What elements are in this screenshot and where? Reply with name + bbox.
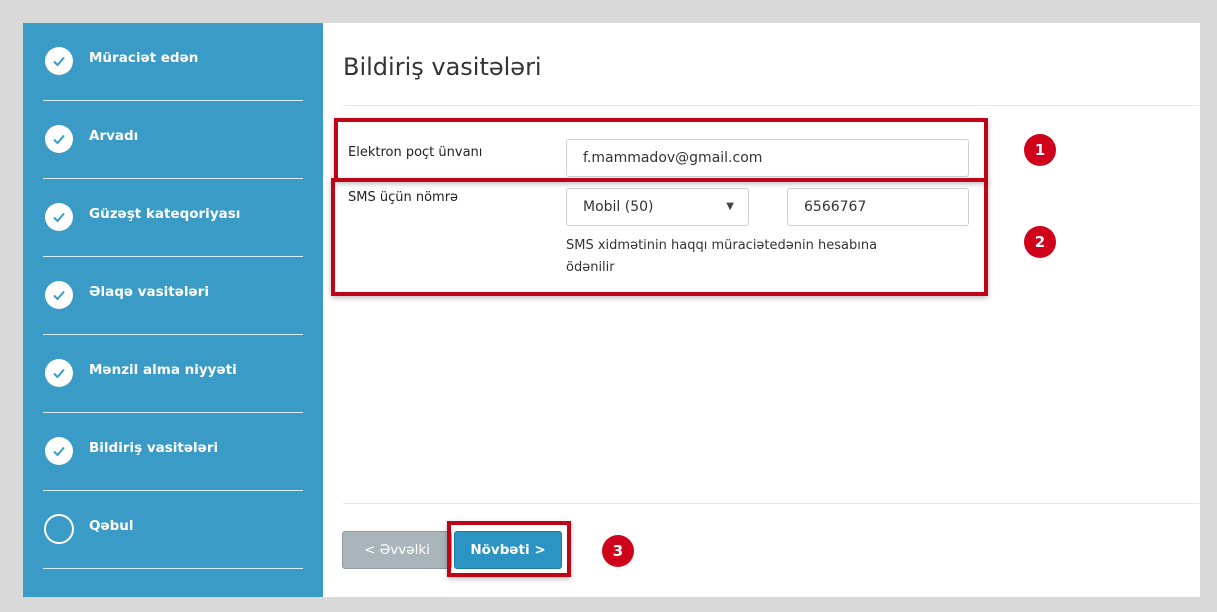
check-icon — [45, 281, 73, 309]
annotation-badge-1: 1 — [1024, 134, 1056, 166]
check-icon — [45, 359, 73, 387]
check-icon — [45, 437, 73, 465]
sidebar-step-label: Güzəşt kateqoriyası — [89, 206, 241, 222]
sidebar-step-label: Əlaqə vasitələri — [89, 284, 209, 300]
sidebar-step-label: Müraciət edən — [89, 50, 199, 66]
sidebar-step-label: Qəbul — [89, 518, 134, 534]
sidebar-step-elaqe-vasiteleri[interactable]: Əlaqə vasitələri — [43, 257, 303, 335]
main-content: Bildiriş vasitələri Elektron poçt ünvanı… — [323, 23, 1200, 597]
check-icon — [45, 125, 73, 153]
sidebar-step-qebul[interactable]: Qəbul — [43, 491, 303, 569]
divider — [343, 503, 1199, 504]
sidebar-step-muraciet-eden[interactable]: Müraciət edən — [43, 23, 303, 101]
page-title: Bildiriş vasitələri — [343, 53, 542, 81]
sidebar-step-bildiris-vasiteleri[interactable]: Bildiriş vasitələri — [43, 413, 303, 491]
sidebar-step-menzil-alma-niyyeti[interactable]: Mənzil alma niyyəti — [43, 335, 303, 413]
divider — [43, 568, 303, 569]
annotation-box-2 — [331, 178, 988, 296]
annotation-badge-2: 2 — [1024, 226, 1056, 258]
annotation-box-1 — [334, 118, 988, 182]
previous-button[interactable]: < Əvvəlki — [342, 531, 452, 569]
check-icon — [45, 203, 73, 231]
check-icon — [45, 47, 73, 75]
app-frame: Müraciət edən Arvadı Güzəşt kateqoriyası… — [23, 23, 1200, 597]
annotation-box-3 — [447, 521, 571, 577]
sidebar-step-arvadi[interactable]: Arvadı — [43, 101, 303, 179]
sidebar-step-guzest-kateqoriyasi[interactable]: Güzəşt kateqoriyası — [43, 179, 303, 257]
sidebar-step-label: Mənzil alma niyyəti — [89, 362, 237, 378]
wizard-sidebar: Müraciət edən Arvadı Güzəşt kateqoriyası… — [23, 23, 323, 597]
sidebar-step-label: Arvadı — [89, 128, 139, 144]
annotation-badge-3: 3 — [602, 535, 634, 567]
sidebar-step-label: Bildiriş vasitələri — [89, 440, 219, 456]
divider — [343, 105, 1199, 106]
empty-circle-icon — [44, 514, 74, 544]
